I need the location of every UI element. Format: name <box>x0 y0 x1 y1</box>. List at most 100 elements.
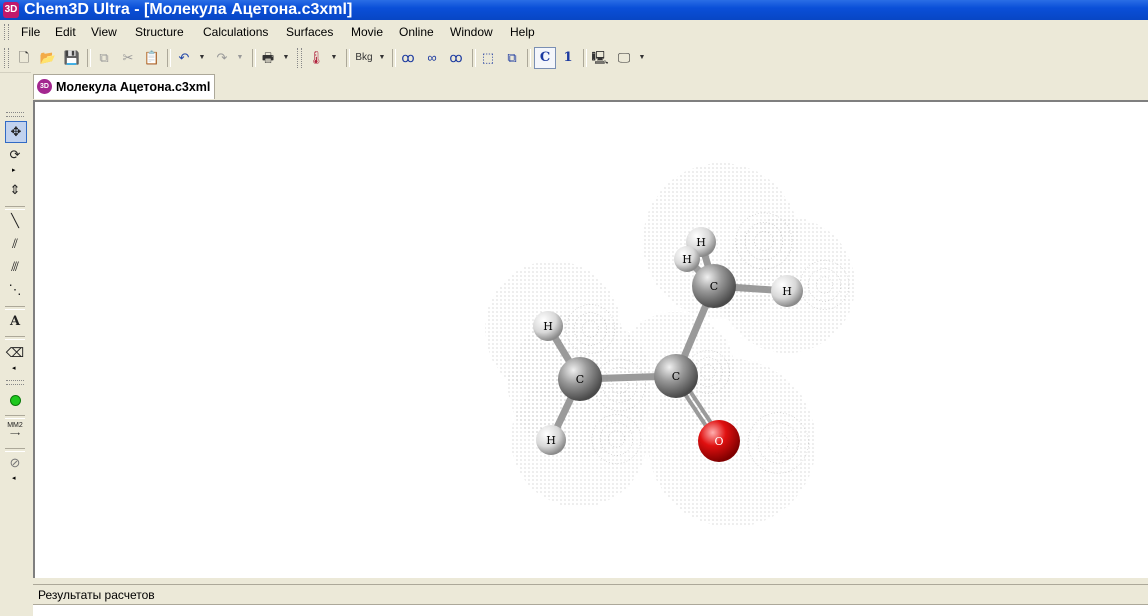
print-icon[interactable]: 🖶 <box>258 48 278 68</box>
molecule-view[interactable]: C CCOHHHHH <box>35 102 1148 578</box>
tool-palette: ✥ ⟳ ▸ ⇕ ╲ ⫽ ⫻ ⋱ A ⌫ ◂ MM2 ⟶ ⊘ ◂ <box>0 108 30 588</box>
green-dot-icon[interactable] <box>5 390 25 410</box>
menu-file[interactable]: File <box>21 25 40 39</box>
undo-icon[interactable]: ↶ <box>174 48 194 68</box>
rotate-expand-icon[interactable]: ▸ <box>12 166 16 174</box>
double-bond-tool-icon[interactable]: ⫽ <box>5 234 25 254</box>
title-bar: 3D Chem3D Ultra - [Молекула Ацетона.c3xm… <box>0 0 1148 20</box>
atom-h[interactable]: H <box>771 275 803 307</box>
app-icon: 3D <box>3 2 19 18</box>
atom-label: O <box>714 435 723 448</box>
rotate-tool-icon[interactable]: ⟳ <box>5 145 25 165</box>
dummy-bond-tool-icon[interactable]: ⋱ <box>5 280 25 300</box>
main-toolbar: 🗋 📂 💾 ⧉ ✂ 📋 ↶ ▼ ↷ ▼ 🖶 ▼ 🌡 ▼ Bkg ▼ ꝏ ∞ ꝏ … <box>0 44 1148 73</box>
palette-grip[interactable] <box>6 112 24 117</box>
menu-edit[interactable]: Edit <box>55 25 76 39</box>
model-canvas[interactable]: CCCOHHHHH <box>33 100 1148 578</box>
atom-label: H <box>546 434 556 447</box>
atom-h[interactable]: H <box>533 311 563 341</box>
menubar-grip[interactable] <box>4 24 9 40</box>
menu-surfaces[interactable]: Surfaces <box>286 25 333 39</box>
menu-online[interactable]: Online <box>399 25 434 39</box>
orbital-tool-icon[interactable]: ⊘ <box>5 453 25 473</box>
palette-separator <box>5 336 25 340</box>
menu-movie[interactable]: Movie <box>351 25 383 39</box>
toolbar-separator <box>527 49 531 67</box>
document-tab-strip: 3D Молекула Ацетона.c3xml <box>31 72 1148 100</box>
glasses-stereo-icon[interactable]: ꝏ <box>398 48 418 68</box>
atom-label: H <box>543 320 553 333</box>
thermometer-icon[interactable]: 🌡 <box>306 48 326 68</box>
menu-help[interactable]: Help <box>510 25 535 39</box>
atom-label: H <box>682 253 692 266</box>
background-dropdown-icon[interactable]: ▼ <box>372 48 392 68</box>
redo-icon[interactable]: ↷ <box>212 48 232 68</box>
presentation-dropdown-icon[interactable]: ▼ <box>632 48 652 68</box>
presentation-icon[interactable]: 🖵 <box>614 48 634 68</box>
toolbar-separator <box>252 49 256 67</box>
palette-separator <box>5 206 25 210</box>
open-folder-icon[interactable]: 📂 <box>38 48 58 68</box>
menu-calculations[interactable]: Calculations <box>203 25 268 39</box>
move-tool-icon[interactable]: ✥ <box>5 121 27 143</box>
palette-separator <box>5 448 25 452</box>
mm2-label: MM2 <box>7 422 23 429</box>
document-tab[interactable]: 3D Молекула Ацетона.c3xml <box>33 74 216 99</box>
document-tab-label: Молекула Ацетона.c3xml <box>56 80 211 94</box>
menu-view[interactable]: View <box>91 25 117 39</box>
palette-separator <box>5 415 25 419</box>
menu-bar: File Edit View Structure Calculations Su… <box>0 21 1148 43</box>
copy-icon[interactable]: ⧉ <box>94 48 114 68</box>
paste-icon[interactable]: 📋 <box>142 48 162 68</box>
triple-bond-tool-icon[interactable]: ⫻ <box>5 257 25 277</box>
axes-icon[interactable]: ⧉ <box>502 48 522 68</box>
cut-icon[interactable]: ✂ <box>118 48 138 68</box>
monitor-icon[interactable]: 🖳 <box>590 48 610 68</box>
glasses-cross-eyed-icon[interactable]: ꝏ <box>446 48 466 68</box>
toolbar-separator <box>346 49 350 67</box>
orbital-expand-icon[interactable]: ◂ <box>12 474 16 482</box>
results-pane-body[interactable] <box>33 604 1148 616</box>
palette-grip[interactable] <box>6 380 24 385</box>
atom-label: H <box>696 236 706 249</box>
atom-h[interactable]: H <box>536 425 566 455</box>
atom-label: C <box>672 370 680 383</box>
print-dropdown-icon[interactable]: ▼ <box>276 48 296 68</box>
menu-window[interactable]: Window <box>450 25 493 39</box>
atom-label: C <box>576 373 584 386</box>
atom-h[interactable]: H <box>674 246 700 272</box>
box-icon[interactable]: ⬚ <box>478 48 498 68</box>
toolbar-grip[interactable] <box>297 48 302 68</box>
serial-number-button[interactable]: 1 <box>558 48 578 68</box>
single-bond-tool-icon[interactable]: ╲ <box>5 211 25 231</box>
element-label-button[interactable]: C <box>534 47 556 69</box>
atom-o[interactable]: O <box>698 420 740 462</box>
atom-c[interactable]: C <box>692 264 736 308</box>
redo-dropdown-icon[interactable]: ▼ <box>230 48 250 68</box>
toolbar-separator <box>472 49 476 67</box>
palette-separator <box>5 306 25 310</box>
save-icon[interactable]: 💾 <box>62 48 82 68</box>
atom-c[interactable]: C <box>558 357 602 401</box>
atom-c[interactable]: C <box>654 354 698 398</box>
thermometer-dropdown-icon[interactable]: ▼ <box>324 48 344 68</box>
atom-label: H <box>782 285 792 298</box>
menu-structure[interactable]: Structure <box>135 25 184 39</box>
eraser-tool-icon[interactable]: ⌫ <box>5 343 25 363</box>
results-pane-title: Результаты расчетов <box>38 588 155 602</box>
zoom-tool-icon[interactable]: ⇕ <box>5 180 25 200</box>
glasses-wall-eyed-icon[interactable]: ∞ <box>422 48 442 68</box>
toolbar-grip[interactable] <box>4 48 9 68</box>
text-tool-icon[interactable]: A <box>5 312 25 332</box>
toolbar-separator <box>87 49 91 67</box>
undo-dropdown-icon[interactable]: ▼ <box>192 48 212 68</box>
mm2-minimize-button[interactable]: MM2 ⟶ <box>5 421 25 441</box>
results-pane: Результаты расчетов <box>33 584 1148 616</box>
document-icon: 3D <box>37 79 52 94</box>
toolbar-separator <box>583 49 587 67</box>
window-title: Chem3D Ultra - [Молекула Ацетона.c3xml] <box>24 1 353 18</box>
new-document-icon[interactable]: 🗋 <box>14 48 34 68</box>
eraser-expand-icon[interactable]: ◂ <box>12 364 16 372</box>
dot-surface <box>485 163 855 527</box>
atom-label: C <box>710 280 718 293</box>
